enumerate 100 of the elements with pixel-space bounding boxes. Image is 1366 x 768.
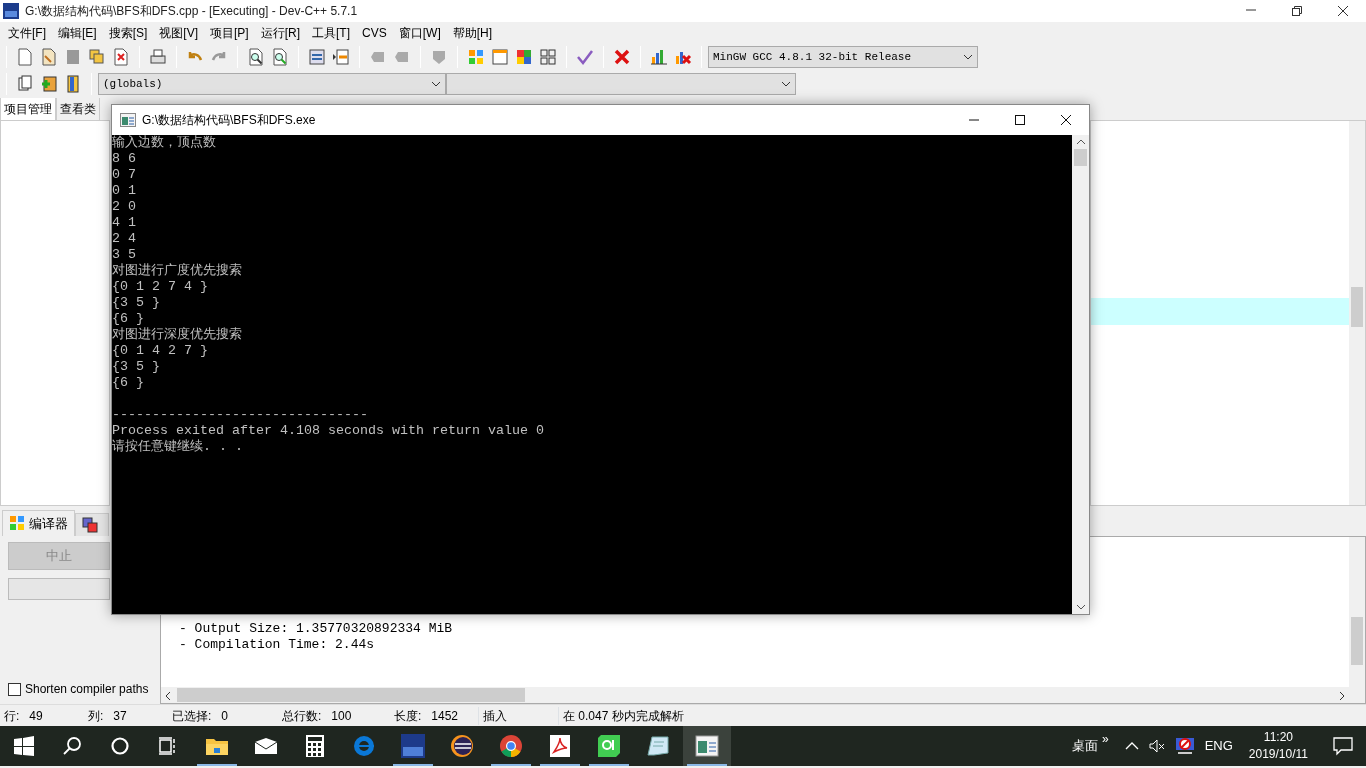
taskbar-button[interactable] — [683, 726, 731, 766]
scroll-thumb[interactable] — [177, 688, 525, 702]
console-line: 0 7 — [112, 167, 136, 183]
console-line: {6 } — [112, 311, 144, 327]
status-label: 已选择: — [172, 707, 212, 725]
palette-icon[interactable] — [515, 48, 533, 66]
replace-icon[interactable] — [271, 48, 289, 66]
new-file-icon[interactable] — [16, 48, 34, 66]
search-icon[interactable] — [62, 736, 82, 756]
pdf-icon — [549, 734, 571, 758]
scroll-left-icon[interactable] — [165, 690, 171, 701]
chevron-down-icon — [781, 81, 791, 87]
scroll-right-icon[interactable] — [1339, 690, 1345, 701]
mute-icon[interactable] — [1148, 739, 1165, 753]
class-icon[interactable] — [16, 75, 34, 93]
scroll-down-icon[interactable] — [1075, 604, 1086, 610]
close-file-icon[interactable] — [112, 48, 130, 66]
close-icon[interactable] — [1337, 5, 1349, 17]
log-line: - Compilation Time: 2.44s — [178, 637, 376, 653]
menu-item[interactable]: 窗口[W] — [392, 24, 447, 42]
close-icon[interactable] — [1060, 114, 1072, 126]
indent-icon[interactable] — [308, 48, 326, 66]
status-value: 49 — [29, 707, 43, 725]
clock-date[interactable]: 2019/10/11 — [1248, 746, 1308, 763]
windows-icon — [82, 517, 98, 533]
save-all-icon[interactable] — [88, 48, 106, 66]
panel-tab[interactable]: 编译器 — [2, 509, 75, 536]
add-icon[interactable] — [40, 75, 58, 93]
status-mode: 插入 — [478, 706, 558, 725]
check-icon[interactable] — [576, 48, 594, 66]
tiles-icon[interactable] — [539, 48, 557, 66]
print-icon[interactable] — [149, 48, 167, 66]
menu-item[interactable]: CVS — [356, 24, 393, 42]
notepad-icon — [646, 734, 670, 758]
scope-select[interactable]: (globals) — [98, 73, 446, 95]
open-file-icon[interactable] — [40, 48, 58, 66]
start-icon[interactable] — [14, 736, 34, 756]
menu-item[interactable]: 视图[V] — [153, 24, 204, 42]
panel-tab[interactable]: 查看类 — [56, 98, 100, 120]
window-icon[interactable] — [491, 48, 509, 66]
menu-item[interactable]: 帮助[H] — [446, 24, 499, 42]
app-icon — [3, 3, 19, 19]
maximize-icon[interactable] — [1014, 114, 1026, 126]
checkbox[interactable] — [8, 682, 21, 696]
console-line: {3 5 } — [112, 359, 160, 375]
menu-item[interactable]: 编辑[E] — [52, 24, 103, 42]
console-line: -------------------------------- — [112, 407, 368, 423]
eclipse-icon — [450, 734, 474, 758]
unindent-icon[interactable] — [332, 48, 350, 66]
task-view-icon[interactable] — [158, 736, 178, 756]
clock-time[interactable]: 11:20 — [1263, 729, 1293, 746]
panel-tab[interactable] — [75, 513, 109, 536]
bar-chart-icon[interactable] — [650, 48, 668, 66]
console-line: 2 4 — [112, 231, 136, 247]
window-title: G:\数据结构代码\BFS和DFS.cpp - [Executing] - Dev-C++ 5.7.1 — [25, 3, 358, 20]
stop-icon[interactable] — [613, 48, 631, 66]
scrollbar[interactable] — [1072, 135, 1089, 614]
panel-tab[interactable]: 项目管理 — [0, 98, 56, 120]
console-window-icon — [120, 113, 136, 127]
notification-icon[interactable] — [1332, 736, 1354, 756]
overflow-button[interactable]: » — [1101, 730, 1109, 748]
menu-item[interactable]: 工具[T] — [306, 24, 357, 42]
calculator-icon — [306, 735, 324, 757]
console-line: 输入边数，顶点数 — [112, 135, 216, 151]
console-line: 8 6 — [112, 151, 136, 167]
status-message: 在 0.047 秒内完成解析 — [558, 706, 688, 725]
console-window-icon — [695, 735, 719, 757]
envelope-icon — [254, 737, 278, 755]
scroll-thumb[interactable] — [1351, 287, 1363, 327]
network-error-icon[interactable] — [1174, 737, 1195, 755]
scrollbar[interactable] — [1349, 121, 1365, 505]
chevron-down-icon — [963, 54, 973, 60]
find-icon[interactable] — [247, 48, 265, 66]
scrollbar[interactable] — [161, 687, 1349, 703]
status-label: 长度: — [394, 707, 422, 725]
chevron-up-icon[interactable] — [1124, 742, 1139, 750]
console-line: {6 } — [112, 375, 144, 391]
scrollbar[interactable] — [1349, 537, 1365, 703]
language-indicator[interactable]: ENG — [1204, 736, 1233, 756]
status-label: 总行数: — [282, 707, 322, 725]
menu-item[interactable]: 运行[R] — [254, 24, 307, 42]
grid-icon[interactable] — [467, 48, 485, 66]
compiler-select[interactable]: MinGW GCC 4.8.1 32-bit Release — [708, 46, 978, 68]
status-value: 100 — [331, 707, 352, 725]
menu-item[interactable]: 文件[F] — [2, 24, 52, 42]
circle-icon[interactable] — [110, 736, 130, 756]
menu-item[interactable]: 项目[P] — [204, 24, 255, 42]
restore-icon[interactable] — [1291, 5, 1303, 17]
status-label: 列: — [88, 707, 104, 725]
book-icon[interactable] — [64, 75, 82, 93]
scroll-thumb[interactable] — [1351, 617, 1363, 665]
menu-item[interactable]: 搜索[S] — [102, 24, 154, 42]
scroll-up-icon[interactable] — [1075, 139, 1086, 145]
toolbar-label: 桌面 — [1071, 737, 1098, 756]
console-line: {0 1 4 2 7 } — [112, 343, 208, 359]
status-value: 37 — [113, 707, 127, 725]
console-line: {3 5 } — [112, 295, 160, 311]
checkbox-label: Shorten compiler paths — [25, 681, 149, 698]
scroll-thumb[interactable] — [1074, 149, 1087, 166]
ide-icon — [401, 734, 425, 758]
